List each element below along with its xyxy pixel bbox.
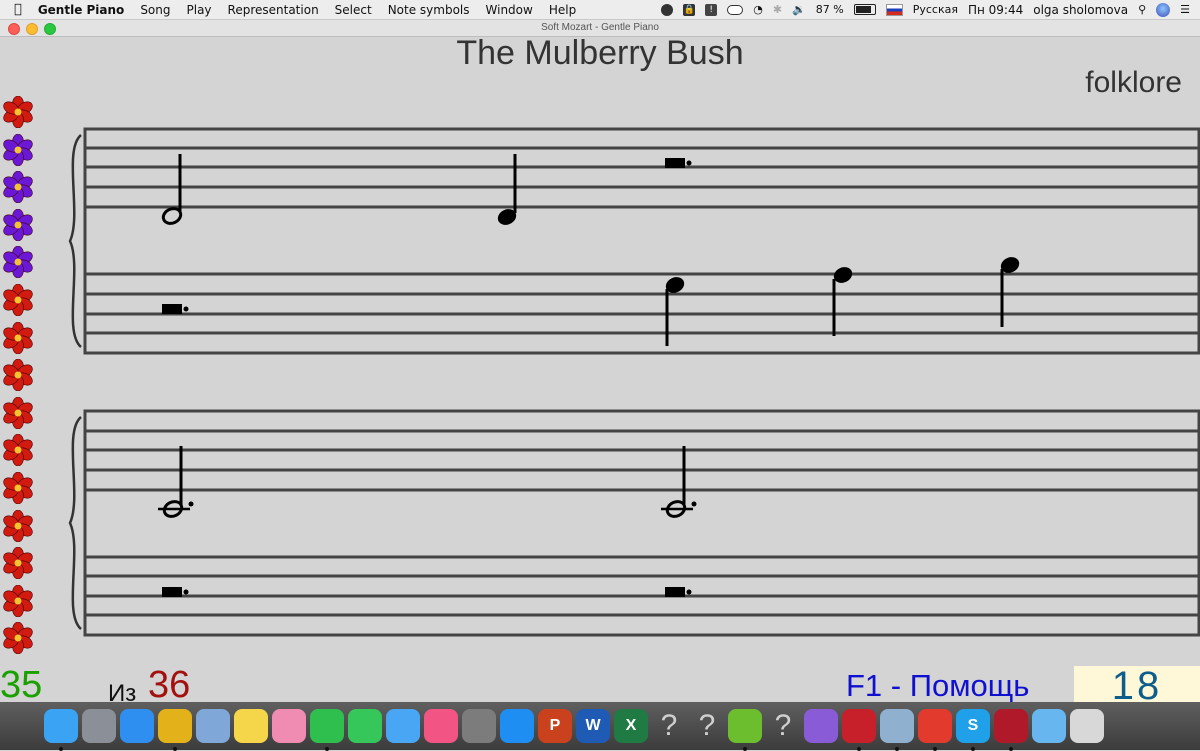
- preview-icon[interactable]: [880, 709, 914, 751]
- quarter-note[interactable]: [998, 254, 1022, 327]
- running-indicator: [325, 747, 329, 751]
- dock: P W X??? S: [0, 702, 1200, 751]
- running-indicator: [971, 747, 975, 751]
- progress-current: 35: [0, 664, 43, 706]
- app-store-icon[interactable]: [500, 709, 534, 743]
- dock-item-label: S: [967, 717, 979, 734]
- running-indicator: [173, 747, 177, 751]
- running-indicator: [59, 747, 63, 751]
- mail-icon[interactable]: [196, 709, 230, 743]
- quarter-note[interactable]: [663, 274, 687, 346]
- dock-item-label: X: [625, 717, 637, 734]
- help-hint[interactable]: F1 - Помощь: [846, 668, 1029, 704]
- quarter-note[interactable]: [831, 264, 855, 336]
- dock-item-label: W: [585, 717, 601, 734]
- running-indicator: [743, 747, 747, 751]
- finder-icon[interactable]: [44, 709, 78, 751]
- system-2-frame: [83, 409, 1200, 637]
- utorrent-icon[interactable]: [728, 709, 762, 751]
- word-icon[interactable]: W: [576, 709, 610, 743]
- safari-icon[interactable]: [120, 709, 154, 743]
- dock-item-label: ?: [698, 709, 716, 742]
- running-indicator: [1009, 747, 1013, 751]
- dock-item-label: ?: [660, 709, 678, 742]
- unknown-app-icon[interactable]: ?: [766, 709, 800, 743]
- itunes-icon[interactable]: [424, 709, 458, 743]
- sheet-music[interactable]: [0, 0, 1200, 700]
- notes-icon[interactable]: [234, 709, 268, 743]
- unknown-app-icon[interactable]: ?: [652, 709, 686, 743]
- running-indicator: [895, 747, 899, 751]
- gentle-piano-icon[interactable]: [994, 709, 1028, 751]
- downloads-folder-icon[interactable]: [1032, 709, 1066, 743]
- visual-studio-icon[interactable]: [804, 709, 838, 743]
- whatsapp-icon[interactable]: [310, 709, 344, 751]
- progress-total: 36: [148, 664, 191, 706]
- half-note[interactable]: [161, 154, 183, 226]
- chrome-icon[interactable]: [158, 709, 192, 751]
- system-1-brace: [68, 134, 82, 348]
- unknown-app-icon[interactable]: ?: [690, 709, 724, 743]
- excel-icon[interactable]: X: [614, 709, 648, 743]
- dock-item-label: ?: [774, 709, 792, 742]
- system-1-frame: [83, 127, 1200, 355]
- dock-item-label: P: [549, 717, 561, 734]
- trash-icon[interactable]: [1070, 709, 1104, 743]
- photos-icon[interactable]: [272, 709, 306, 743]
- dotted-half-note[interactable]: [661, 446, 697, 519]
- anydesk-icon[interactable]: [918, 709, 952, 751]
- launchpad-icon[interactable]: [82, 709, 116, 743]
- staff-system-2: [83, 409, 1200, 637]
- dotted-half-note[interactable]: [158, 446, 194, 519]
- system-2-brace: [68, 416, 82, 630]
- messages-icon[interactable]: [386, 709, 420, 743]
- running-indicator: [857, 747, 861, 751]
- quarter-note[interactable]: [495, 154, 519, 228]
- parallels-icon[interactable]: [842, 709, 876, 751]
- skype-icon[interactable]: S: [956, 709, 990, 751]
- powerpoint-icon[interactable]: P: [538, 709, 572, 743]
- staff-system-1: [83, 127, 1200, 355]
- running-indicator: [933, 747, 937, 751]
- system-preferences-icon[interactable]: [462, 709, 496, 743]
- score-display: 18: [1074, 666, 1200, 706]
- facetime-icon[interactable]: [348, 709, 382, 743]
